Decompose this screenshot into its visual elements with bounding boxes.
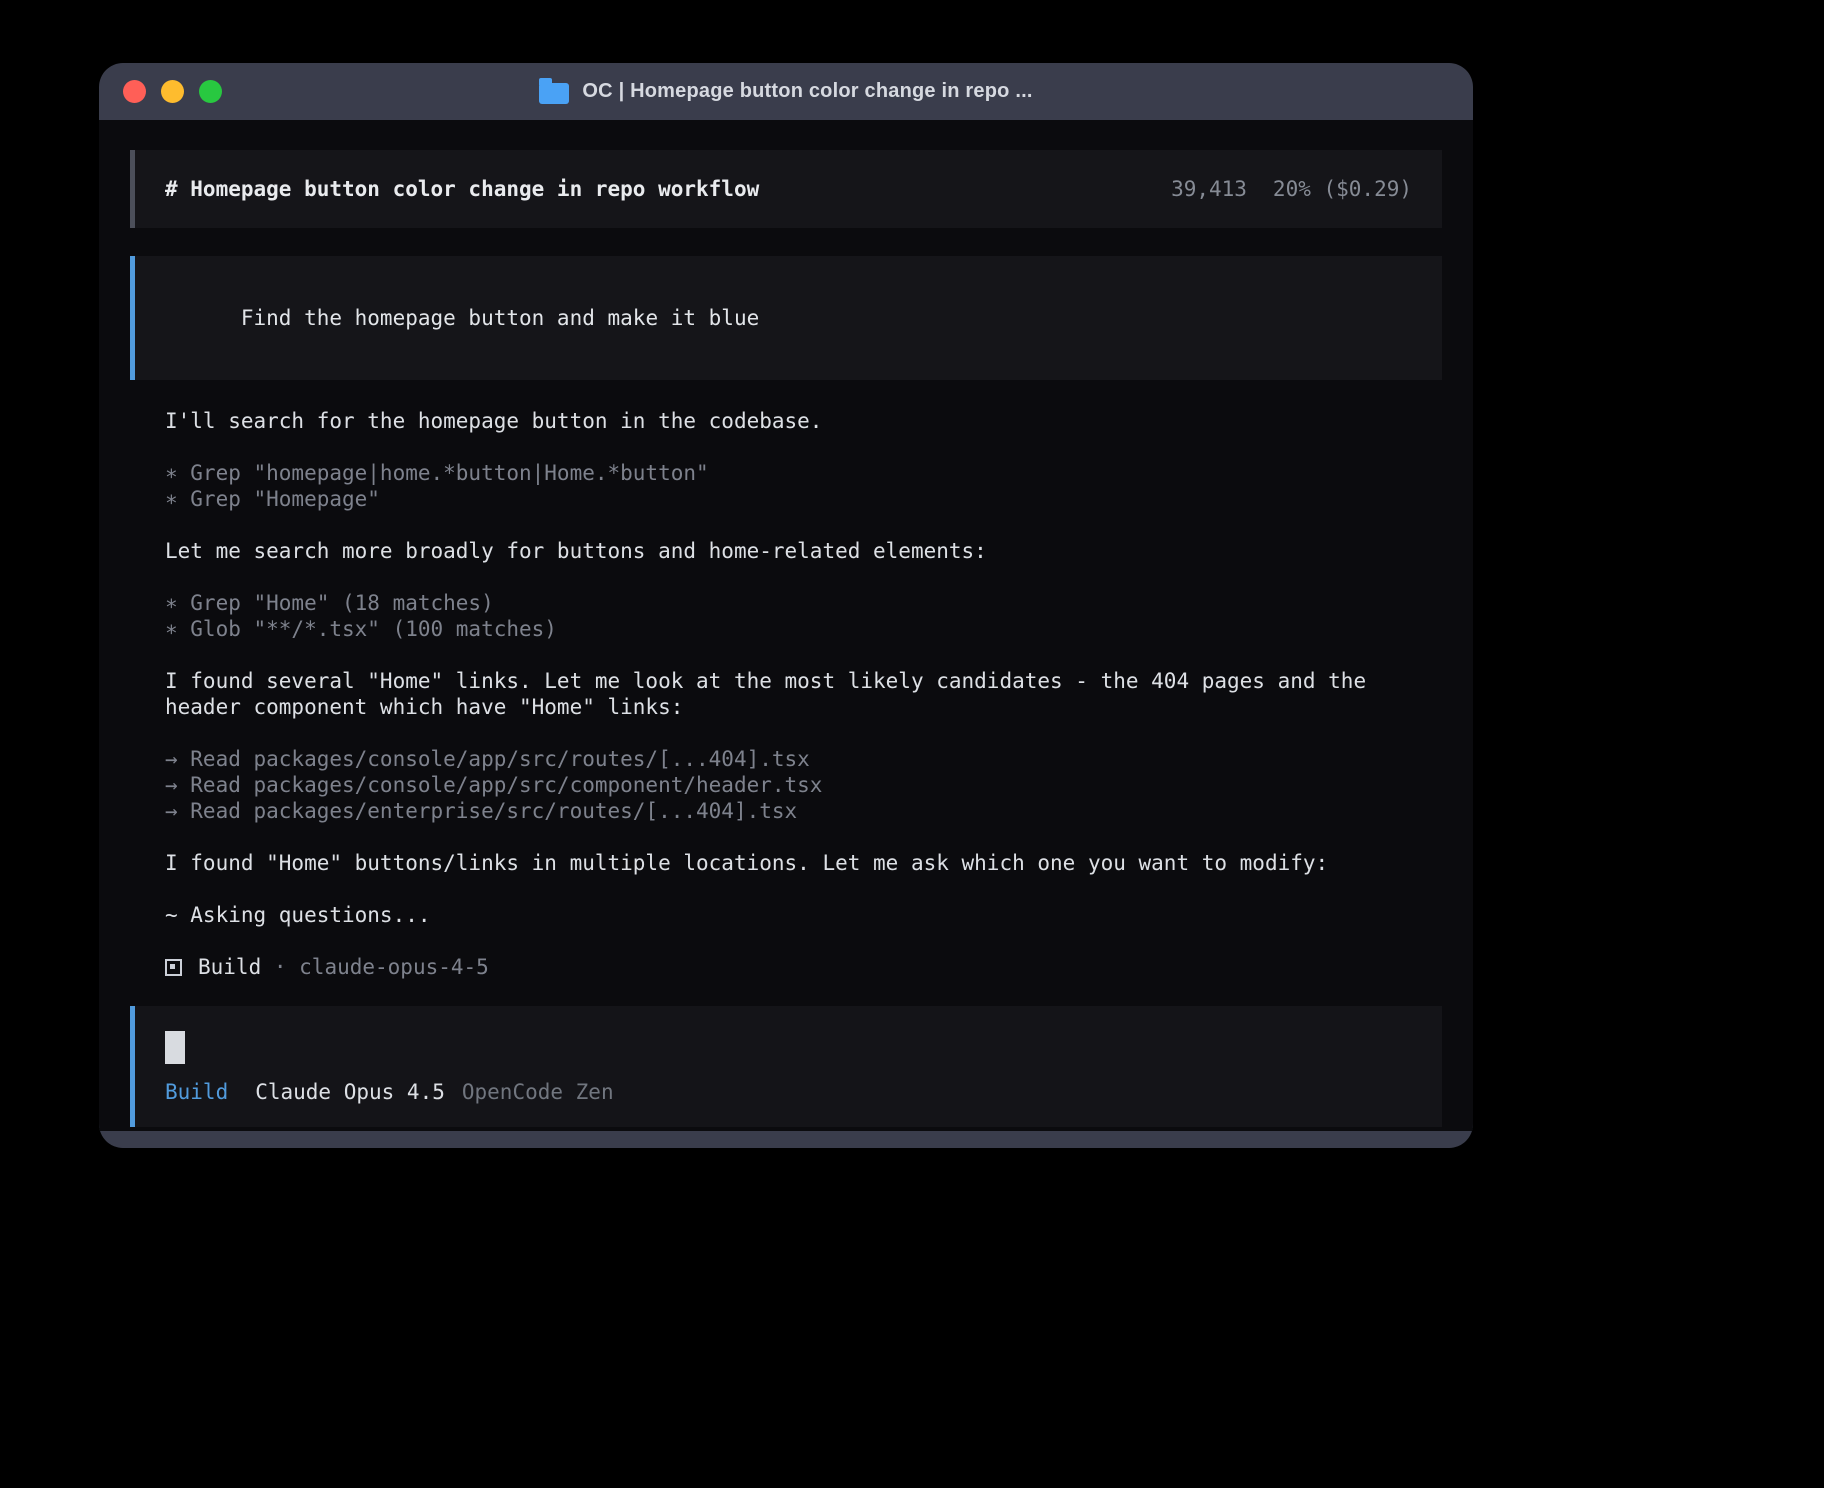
agent-mode-label[interactable]: Build xyxy=(165,1079,228,1105)
maximize-button[interactable] xyxy=(199,80,222,103)
transcript-line: I found several "Home" links. Let me loo… xyxy=(165,668,1415,720)
titlebar-title-group: OC | Homepage button color change in rep… xyxy=(539,80,1032,104)
close-button[interactable] xyxy=(123,80,146,103)
terminal-content: # Homepage button color change in repo w… xyxy=(99,120,1473,1131)
session-stats: 39,413 20% ($0.29) xyxy=(1171,177,1412,201)
session-title: # Homepage button color change in repo w… xyxy=(165,177,759,201)
transcript-line: ∗ Grep "Homepage" xyxy=(165,486,1415,512)
transcript-paragraph: ~ Asking questions... xyxy=(165,902,1415,928)
transcript-line: → Read packages/console/app/src/componen… xyxy=(165,772,1415,798)
transcript-paragraph: ∗ Grep "Home" (18 matches)∗ Glob "**/*.t… xyxy=(165,590,1415,642)
transcript: I'll search for the homepage button in t… xyxy=(130,408,1415,980)
transcript-line: ∗ Glob "**/*.tsx" (100 matches) xyxy=(165,616,1415,642)
folder-icon xyxy=(539,83,569,104)
text-segment: Build xyxy=(198,954,261,980)
session-header: # Homepage button color change in repo w… xyxy=(130,150,1442,228)
text-segment: · claude-opus-4-5 xyxy=(261,954,489,980)
transcript-paragraph: Build · claude-opus-4-5 xyxy=(165,954,1415,980)
transcript-paragraph: → Read packages/console/app/src/routes/[… xyxy=(165,746,1415,824)
transcript-paragraph: I'll search for the homepage button in t… xyxy=(165,408,1415,434)
transcript-line: Let me search more broadly for buttons a… xyxy=(165,538,1415,564)
transcript-line: → Read packages/console/app/src/routes/[… xyxy=(165,746,1415,772)
transcript-paragraph: Let me search more broadly for buttons a… xyxy=(165,538,1415,564)
user-message-text: Find the homepage button and make it blu… xyxy=(241,306,759,330)
titlebar: OC | Homepage button color change in rep… xyxy=(99,63,1473,120)
traffic-lights xyxy=(123,63,222,120)
transcript-line: → Read packages/enterprise/src/routes/[.… xyxy=(165,798,1415,824)
context-usage: 20% ($0.29) xyxy=(1273,177,1412,201)
transcript-line: I'll search for the homepage button in t… xyxy=(165,408,1415,434)
window-title: OC | Homepage button color change in rep… xyxy=(582,80,1032,103)
transcript-line: I found "Home" buttons/links in multiple… xyxy=(165,850,1415,876)
transcript-paragraph: I found several "Home" links. Let me loo… xyxy=(165,668,1415,720)
terminal-window: OC | Homepage button color change in rep… xyxy=(99,63,1473,1148)
text-cursor xyxy=(165,1031,185,1064)
transcript-paragraph: I found "Home" buttons/links in multiple… xyxy=(165,850,1415,876)
minimize-button[interactable] xyxy=(161,80,184,103)
user-message: Find the homepage button and make it blu… xyxy=(130,256,1442,380)
model-name: Claude Opus 4.5 xyxy=(255,1079,445,1105)
transcript-line: ~ Asking questions... xyxy=(165,902,1415,928)
transcript-line: Build · claude-opus-4-5 xyxy=(165,954,1415,980)
transcript-line: ∗ Grep "Home" (18 matches) xyxy=(165,590,1415,616)
model-row: Build Claude Opus 4.5 OpenCode Zen xyxy=(165,1079,1412,1105)
agent-square-icon xyxy=(165,959,182,976)
prompt-input[interactable]: Build Claude Opus 4.5 OpenCode Zen xyxy=(130,1006,1442,1127)
provider-name: OpenCode Zen xyxy=(462,1079,614,1105)
token-count: 39,413 xyxy=(1171,177,1247,201)
transcript-line: ∗ Grep "homepage|home.*button|Home.*butt… xyxy=(165,460,1415,486)
transcript-paragraph: ∗ Grep "homepage|home.*button|Home.*butt… xyxy=(165,460,1415,512)
